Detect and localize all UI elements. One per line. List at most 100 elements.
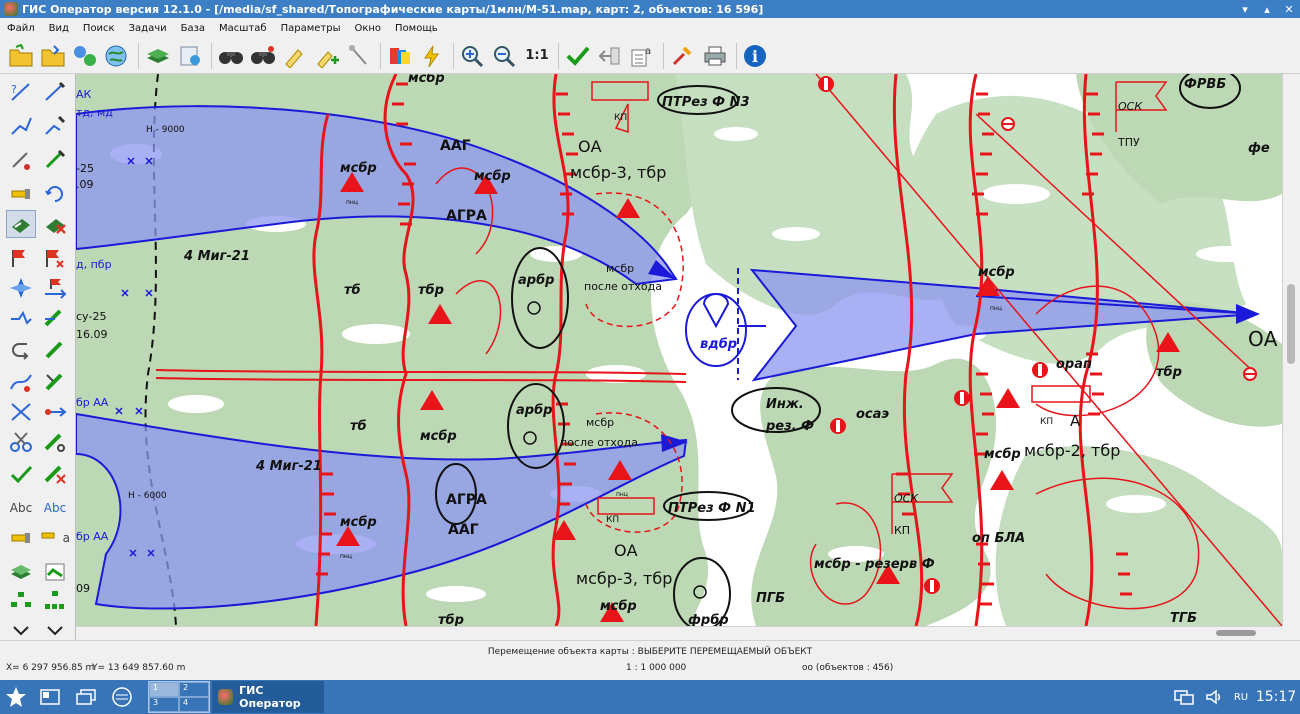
horizontal-scroll-thumb[interactable] — [1216, 630, 1256, 636]
undo-icon[interactable] — [6, 336, 36, 364]
left-tool-palette: ? Abc Abc a — [0, 74, 76, 640]
hierarchy-icon[interactable] — [40, 586, 70, 614]
horizontal-scrollbar[interactable] — [76, 626, 1282, 640]
zoom-out-icon[interactable] — [490, 41, 520, 71]
label-tbr-3: тбр — [438, 613, 464, 626]
scale-1-1-button[interactable]: 1:1 — [522, 41, 552, 71]
printer-icon[interactable] — [700, 41, 730, 71]
start-menu-icon[interactable] — [4, 680, 28, 714]
taskbar-app-button[interactable]: ГИС Оператор — [212, 681, 324, 713]
marker-text-button[interactable]: a — [40, 524, 70, 552]
check-icon[interactable] — [563, 41, 593, 71]
show-desktop-icon[interactable] — [38, 680, 62, 714]
menu-view[interactable]: Вид — [42, 23, 76, 34]
svg-text:a: a — [645, 46, 651, 57]
check-line-icon[interactable] — [6, 460, 36, 488]
desktop-pager[interactable]: 1 2 3 4 — [148, 681, 210, 713]
desktop-1[interactable]: 1 — [149, 682, 179, 697]
status-message: Перемещение объекта карты : ВЫБЕРИТЕ ПЕР… — [487, 647, 813, 657]
intersection-icon[interactable] — [6, 398, 36, 426]
brush-icon[interactable] — [280, 41, 310, 71]
back-icon[interactable] — [595, 41, 625, 71]
clock[interactable]: 15:17 — [1256, 680, 1296, 714]
ruler-icon[interactable] — [40, 336, 70, 364]
maximize-button[interactable]: ▴ — [1256, 0, 1278, 18]
tools-icon[interactable] — [668, 41, 698, 71]
map-canvas[interactable]: ПТРез Ф N3 ПТРез Ф N1 ФРВБ фе мсбр мсбр … — [76, 74, 1282, 626]
binoculars-2-icon[interactable] — [248, 41, 278, 71]
label-fe: фе — [1248, 141, 1270, 156]
menu-scale[interactable]: Масштаб — [212, 23, 274, 34]
tree-icon[interactable] — [6, 586, 36, 614]
flag-arrow-icon[interactable] — [40, 274, 70, 302]
disk-icon[interactable] — [110, 680, 134, 714]
edit-node-icon[interactable] — [6, 146, 36, 174]
save-folder-icon[interactable] — [38, 41, 68, 71]
menu-database[interactable]: База — [174, 23, 212, 34]
label-frvb: ФРВБ — [1184, 77, 1226, 92]
pen-line-icon[interactable] — [40, 78, 70, 106]
database-icon[interactable] — [175, 41, 205, 71]
compass-icon[interactable] — [6, 274, 36, 302]
menu-search[interactable]: Поиск — [76, 23, 122, 34]
layers-icon[interactable] — [143, 41, 173, 71]
layers-select-icon[interactable] — [40, 558, 70, 586]
edit-pen-icon[interactable] — [40, 146, 70, 174]
flag-right-icon[interactable] — [40, 244, 70, 272]
label-orap: орап — [1056, 357, 1092, 372]
lightning-icon[interactable] — [417, 41, 447, 71]
delete-line-icon[interactable] — [40, 460, 70, 488]
globe-icon[interactable] — [102, 41, 132, 71]
flag-left-icon[interactable] — [6, 244, 36, 272]
pin-icon[interactable] — [344, 41, 374, 71]
split-line-icon[interactable] — [6, 304, 36, 332]
add-object-icon[interactable] — [312, 41, 342, 71]
label-tb-1: тб — [344, 283, 361, 298]
measure-icon[interactable] — [40, 304, 70, 332]
volume-icon[interactable] — [1204, 680, 1224, 714]
minimize-button[interactable]: ▾ — [1234, 0, 1256, 18]
desktop-2[interactable]: 2 — [179, 682, 209, 697]
color-palette-icon[interactable] — [385, 41, 415, 71]
info-icon[interactable]: i — [741, 41, 771, 71]
curve-icon[interactable] — [6, 368, 36, 396]
text-icon[interactable]: a — [627, 41, 657, 71]
network-icon[interactable] — [70, 41, 100, 71]
binoculars-icon[interactable] — [216, 41, 246, 71]
move-object-icon[interactable] — [6, 210, 36, 238]
desktop-3[interactable]: 3 — [149, 697, 179, 712]
marker-icon[interactable] — [6, 524, 36, 552]
vertical-scrollbar[interactable] — [1282, 74, 1300, 626]
delete-object-icon[interactable] — [40, 210, 70, 238]
toolbar-separator — [663, 42, 664, 69]
map-svg[interactable]: ПТРез Ф N3 ПТРез Ф N1 ФРВБ фе мсбр мсбр … — [76, 74, 1282, 626]
menu-file[interactable]: Файл — [0, 23, 42, 34]
draw-line-icon[interactable]: ? — [6, 78, 36, 106]
status-y-coordinate: Y= 13 649 857.60 m — [92, 663, 186, 673]
text-abc-blue-button[interactable]: Abc — [40, 494, 70, 522]
open-folder-icon[interactable] — [6, 41, 36, 71]
polyline-icon[interactable] — [6, 112, 36, 140]
layers-pick-icon[interactable] — [6, 558, 36, 586]
scissors-icon[interactable] — [6, 428, 36, 456]
network-tray-icon[interactable] — [1172, 680, 1196, 714]
vertical-scroll-thumb[interactable] — [1287, 284, 1295, 364]
zoom-in-icon[interactable] — [458, 41, 488, 71]
polyline-pen-icon[interactable] — [40, 112, 70, 140]
flashlight-icon[interactable] — [6, 180, 36, 208]
rotate-icon[interactable] — [40, 180, 70, 208]
cut-green-icon[interactable] — [40, 428, 70, 456]
close-button[interactable]: ✕ — [1278, 0, 1300, 18]
menu-tasks[interactable]: Задачи — [122, 23, 174, 34]
desktop-4[interactable]: 4 — [179, 697, 209, 712]
tape-icon[interactable] — [40, 368, 70, 396]
keyboard-layout-indicator[interactable]: RU — [1230, 680, 1252, 714]
menu-window[interactable]: Окно — [347, 23, 388, 34]
ruler-arrow-icon[interactable] — [40, 398, 70, 426]
menu-parameters[interactable]: Параметры — [274, 23, 348, 34]
status-x-coordinate: X= 6 297 956.85 m — [6, 663, 95, 673]
text-abc-button[interactable]: Abc — [6, 494, 36, 522]
label-msbr-7: мсбр — [984, 447, 1021, 462]
window-switcher-icon[interactable] — [74, 680, 98, 714]
menu-help[interactable]: Помощь — [388, 23, 445, 34]
